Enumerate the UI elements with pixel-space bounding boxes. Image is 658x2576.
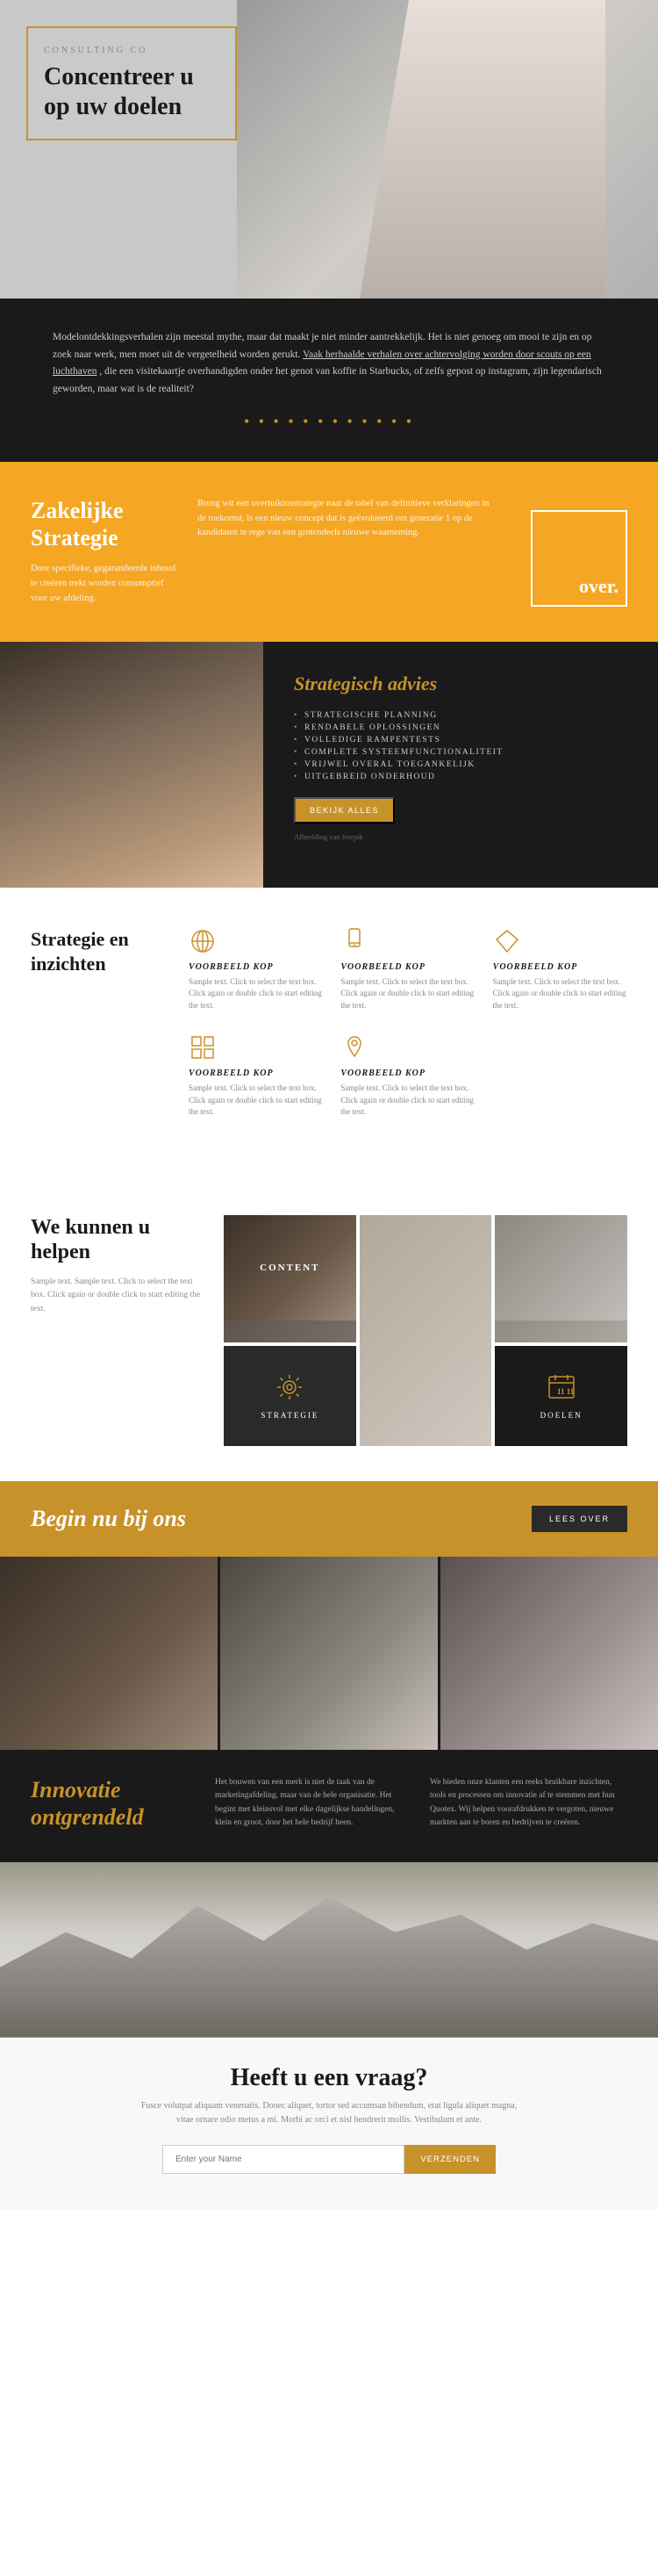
strategie-body: Breng wit een overtuikinsstrategie naar …	[175, 497, 518, 607]
inzichten-text-4: Sample text. Click to select the text bo…	[189, 1083, 323, 1119]
strategie-right: over.	[518, 497, 658, 607]
advies-image-inner	[0, 642, 263, 888]
innovatie-image-3	[440, 1557, 658, 1750]
dots-decoration: • • • • • • • • • • • •	[53, 408, 605, 435]
innovatie-title: Innovatie ontgrendeld	[31, 1776, 189, 1831]
innovatie-section: Innovatie ontgrendeld Het bouwen van een…	[0, 1557, 658, 1861]
over-text: over.	[579, 575, 619, 598]
intro-text: Modelontdekkingsverhalen zijn meestal my…	[53, 329, 605, 398]
helpen-cell-tall	[360, 1215, 492, 1447]
advies-credit: Afbeelding van freepik	[294, 832, 632, 841]
helpen-cell-doelen: 11 11 DOELEN	[495, 1346, 627, 1447]
helpen-cell-light	[495, 1215, 627, 1342]
advies-section: Strategisch advies STRATEGISCHE PLANNING…	[0, 642, 658, 888]
advies-item-6: UITGEBREID ONDERHOUD	[294, 773, 632, 781]
vraag-title: Heeft u een vraag?	[31, 2064, 627, 2092]
svg-text:11 11: 11 11	[557, 1387, 575, 1396]
innovatie-texts: Het bouwen van een merk is niet de taak …	[215, 1776, 627, 1831]
inzichten-section: Strategie en inzichten VOORBEELD KOP Sam…	[0, 888, 658, 1180]
hero-section: CONSULTING CO Concentreer u op uw doelen	[0, 0, 658, 299]
inzichten-item-5: VOORBEELD KOP Sample text. Click to sele…	[340, 1033, 475, 1119]
inzichten-item-empty	[493, 1033, 627, 1119]
bekijk-button[interactable]: BEKIJK ALLES	[294, 797, 395, 824]
calendar-icon: 11 11	[546, 1371, 577, 1403]
strategie-title: Zakelijke Strategie	[31, 497, 175, 551]
inzichten-kop-1: VOORBEELD KOP	[189, 962, 323, 972]
helpen-text: Sample text. Sample text. Click to selec…	[31, 1276, 206, 1316]
strategie-description: Door specifieke, gegarandeerde inhoud te…	[31, 562, 175, 606]
advies-image	[0, 642, 263, 888]
inzichten-text-1: Sample text. Click to select the text bo…	[189, 976, 323, 1012]
innovatie-image-1	[0, 1557, 218, 1750]
inzichten-item-2: VOORBEELD KOP Sample text. Click to sele…	[340, 927, 475, 1012]
mountains-decoration	[0, 1862, 658, 2038]
inzichten-kop-2: VOORBEELD KOP	[340, 962, 475, 972]
strategie-section: Zakelijke Strategie Door specifieke, geg…	[0, 462, 658, 642]
advies-item-1: STRATEGISCHE PLANNING	[294, 711, 632, 720]
innovatie-text-1: Het bouwen van een merk is niet de taak …	[215, 1776, 412, 1831]
helpen-cell-people: CONTENT	[224, 1215, 356, 1342]
verzenden-button[interactable]: Verzenden	[404, 2145, 496, 2174]
begin-title: Begin nu bij ons	[31, 1506, 186, 1532]
doelen-cell-content: 11 11 DOELEN	[540, 1371, 583, 1420]
advies-item-5: VRIJWEL OVERAL TOEGANKELIJK	[294, 760, 632, 769]
globe-icon	[189, 927, 217, 955]
lees-button[interactable]: LEES OVER	[532, 1506, 627, 1532]
inzichten-text-2: Sample text. Click to select the text bo…	[340, 976, 475, 1012]
intro-text-section: Modelontdekkingsverhalen zijn meestal my…	[0, 299, 658, 462]
helpen-section: We kunnen u helpen Sample text. Sample t…	[0, 1180, 658, 1482]
inzichten-kop-4: VOORBEELD KOP	[189, 1069, 323, 1078]
inzichten-kop-5: VOORBEELD KOP	[340, 1069, 475, 1078]
content-label: CONTENT	[260, 1263, 319, 1273]
advies-title: Strategisch advies	[294, 673, 632, 695]
inzichten-item-1: VOORBEELD KOP Sample text. Click to sele…	[189, 927, 323, 1012]
innovatie-text-2: We bieden onze klanten een reeks bruikba…	[430, 1776, 627, 1831]
inzichten-item-3: VOORBEELD KOP Sample text. Click to sele…	[493, 927, 627, 1012]
helpen-left: We kunnen u helpen Sample text. Sample t…	[31, 1215, 206, 1316]
hero-title: Concentreer u op uw doelen	[44, 62, 219, 121]
vraag-description: Fusce volutpat aliquam venenatis. Donec …	[132, 2099, 526, 2127]
vraag-section: Heeft u een vraag? Fusce volutpat aliqua…	[0, 1862, 658, 2209]
helpen-title: We kunnen u helpen	[31, 1215, 206, 1266]
inzichten-text-5: Sample text. Click to select the text bo…	[340, 1083, 475, 1119]
phone-icon	[340, 927, 368, 955]
inzichten-row-1: VOORBEELD KOP Sample text. Click to sele…	[189, 927, 627, 1012]
advies-content: Strategisch advies STRATEGISCHE PLANNING…	[263, 642, 658, 888]
inzichten-title: Strategie en inzichten	[31, 927, 171, 977]
diamond-icon	[493, 927, 521, 955]
helpen-cell-strategie: STRATEGIE	[224, 1346, 356, 1447]
strategie-label: STRATEGIE	[261, 1411, 318, 1420]
inzichten-item-4: VOORBEELD KOP Sample text. Click to sele…	[189, 1033, 323, 1119]
advies-item-3: VOLLEDIGE RAMPENTESTS	[294, 736, 632, 745]
innovatie-title-block: Innovatie ontgrendeld	[31, 1776, 189, 1831]
helpen-grid: CONTENT STRATEGIE	[224, 1215, 627, 1447]
vraag-background	[0, 1862, 658, 2038]
vraag-form: Verzenden	[162, 2145, 496, 2174]
hero-subtitle: CONSULTING CO	[44, 46, 219, 55]
pin-icon	[340, 1033, 368, 1061]
begin-section: Begin nu bij ons LEES OVER	[0, 1481, 658, 1557]
innovatie-bottom: Innovatie ontgrendeld Het bouwen van een…	[0, 1750, 658, 1861]
doelen-label: DOELEN	[540, 1411, 583, 1420]
grid-icon	[189, 1033, 217, 1061]
inzichten-row-2: VOORBEELD KOP Sample text. Click to sele…	[189, 1033, 627, 1119]
gear-icon	[274, 1371, 305, 1403]
inzichten-grid: VOORBEELD KOP Sample text. Click to sele…	[189, 927, 627, 1119]
inzichten-kop-3: VOORBEELD KOP	[493, 962, 627, 972]
strategie-left: Zakelijke Strategie Door specifieke, geg…	[0, 497, 175, 607]
name-input[interactable]	[162, 2145, 404, 2174]
strategie-cell-content: STRATEGIE	[261, 1371, 318, 1420]
vraag-content: Heeft u een vraag? Fusce volutpat aliqua…	[0, 2038, 658, 2209]
innovatie-images	[0, 1557, 658, 1750]
advies-item-4: COMPLETE SYSTEEMFUNCTIONALITEIT	[294, 748, 632, 757]
hero-text-box: CONSULTING CO Concentreer u op uw doelen	[26, 26, 237, 140]
advies-item-2: RENDABELE OPLOSSINGEN	[294, 723, 632, 732]
innovatie-image-2	[220, 1557, 438, 1750]
inzichten-text-3: Sample text. Click to select the text bo…	[493, 976, 627, 1012]
over-box: over.	[531, 510, 627, 607]
advies-list: STRATEGISCHE PLANNING RENDABELE OPLOSSIN…	[294, 711, 632, 781]
